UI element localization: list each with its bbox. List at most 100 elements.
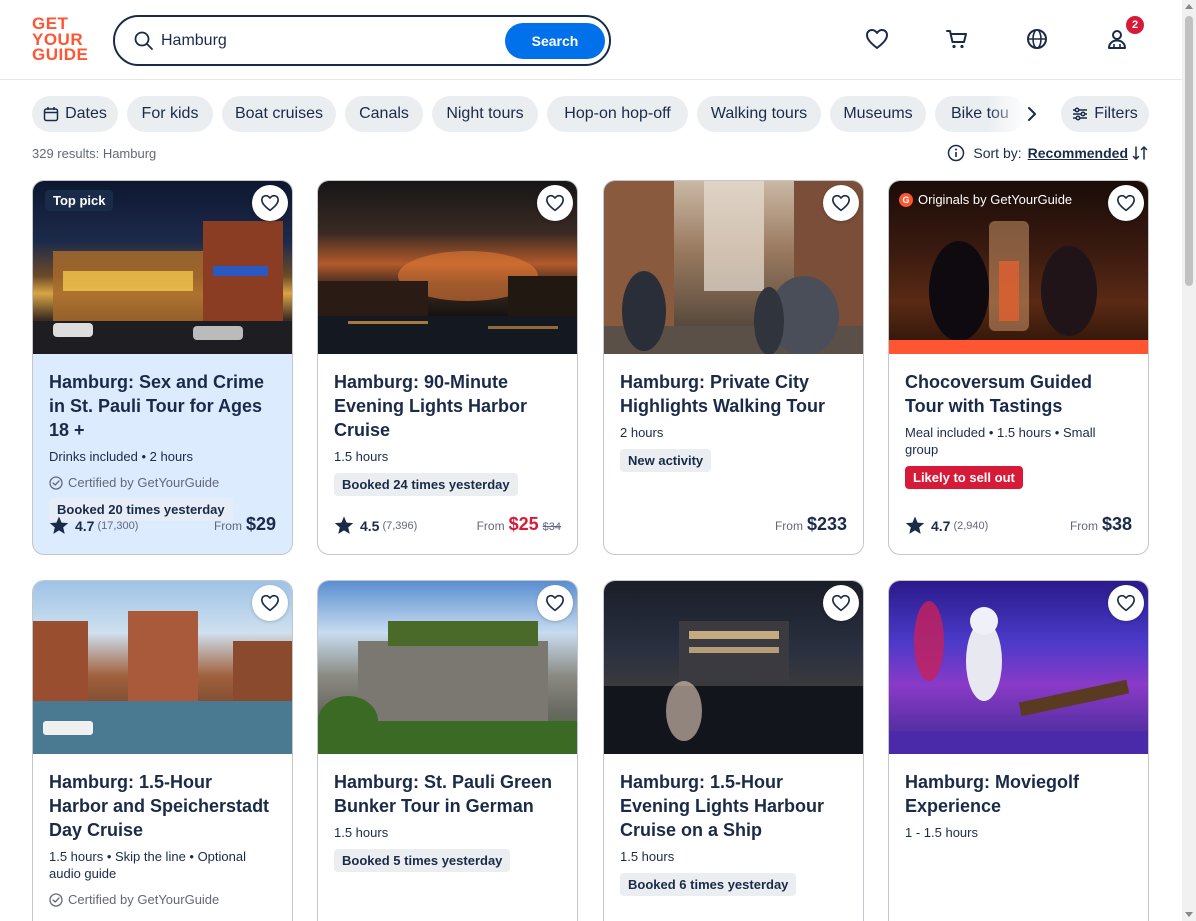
getyourguide-logo[interactable]: GET YOUR GUIDE [32, 15, 90, 64]
sort-label: Sort by: [973, 145, 1022, 161]
price: From $233 [775, 514, 847, 535]
scroll-up-arrow[interactable] [1185, 4, 1193, 9]
calendar-icon [43, 107, 59, 122]
getyourguide-g-icon: G [899, 192, 913, 207]
user-icon [1108, 30, 1126, 49]
activity-title[interactable]: Hamburg: 90-Minute Evening Lights Harbor… [334, 370, 561, 442]
activity-title[interactable]: Hamburg: Sex and Crime in St. Pauli Tour… [49, 370, 276, 442]
rating-count: (17,300) [97, 519, 139, 532]
chip-label: Walking tours [710, 105, 808, 122]
booked-badge: Booked 24 times yesterday [334, 473, 518, 496]
rating: 4.5 (7,396) [334, 516, 417, 535]
likely-to-sell-out-badge: Likely to sell out [905, 466, 1023, 489]
chip-label: Night tours [446, 105, 524, 122]
price: From $38 [1070, 514, 1132, 535]
price: From $29 [214, 514, 276, 535]
wishlist-toggle[interactable] [252, 585, 288, 621]
wishlist-toggle[interactable] [823, 585, 859, 621]
chip-boat-cruises[interactable]: Boat cruises [222, 96, 336, 132]
wishlist-toggle[interactable] [537, 585, 573, 621]
filters-button[interactable]: Filters [1061, 96, 1149, 132]
chip-label: Hop-on hop-off [564, 105, 671, 122]
heart-icon [545, 594, 564, 612]
wishlist-toggle[interactable] [823, 185, 859, 221]
originals-text: Originals by GetYourGuide [918, 192, 1073, 207]
activity-title[interactable]: Hamburg: 1.5-Hour Harbor and Speichersta… [49, 770, 276, 842]
price-from-label: From [213, 519, 242, 533]
search-input[interactable] [161, 27, 501, 55]
language-button[interactable] [1022, 24, 1052, 54]
heart-icon [1117, 194, 1135, 212]
activity-image: Top pick [33, 181, 292, 354]
search-button[interactable]: Search [505, 23, 605, 59]
globe-icon [1027, 29, 1047, 49]
activity-image [318, 581, 577, 754]
chips-next-button[interactable] [1018, 100, 1046, 128]
rating-count: (7,396) [382, 519, 418, 532]
cart-button[interactable] [942, 24, 972, 54]
scroll-down-arrow[interactable] [1185, 912, 1193, 917]
chip-label: For kids [141, 105, 199, 122]
top-header: GET YOUR GUIDE Search 2 [0, 0, 1182, 80]
activity-meta: Meal included • 1.5 hours • Small group [905, 425, 1096, 457]
price-from-label: From [774, 519, 803, 533]
activity-title[interactable]: Hamburg: Moviegolf Experience [905, 770, 1132, 818]
search-icon [133, 30, 155, 52]
page-scrollbar[interactable] [1182, 0, 1196, 921]
filters-label: Filters [1094, 105, 1138, 122]
scrollbar-thumb[interactable] [1185, 16, 1193, 286]
account-badge: 2 [1126, 16, 1144, 34]
rating: 4.7 (2,940) [905, 516, 988, 535]
heart-icon [831, 594, 850, 612]
activity-card[interactable]: Hamburg: Moviegolf Experience 1 - 1.5 ho… [888, 580, 1149, 921]
chevron-right-icon [1028, 107, 1036, 121]
chip-for-kids[interactable]: For kids [127, 96, 213, 132]
heart-icon [545, 194, 564, 212]
wishlist-button[interactable] [862, 24, 892, 54]
chip-museums[interactable]: Museums [830, 96, 926, 132]
sort-control[interactable]: Sort by: Recommended [947, 144, 1148, 162]
activity-card[interactable]: Hamburg: St. Pauli Green Bunker Tour in … [317, 580, 578, 921]
search-bar: Search [113, 15, 611, 66]
activity-image [318, 181, 577, 354]
certified-label: Certified by GetYourGuide [49, 892, 276, 907]
activity-card[interactable]: Top pick Hamburg: Sex and Crime in St. P… [32, 180, 293, 555]
rating-value: 4.5 [360, 517, 380, 534]
original-price: $34 [542, 521, 561, 533]
activity-card[interactable]: Hamburg: 90-Minute Evening Lights Harbor… [317, 180, 578, 555]
price: From $25 $34 [477, 514, 561, 535]
price-amount: $25 [508, 514, 539, 534]
rating-value: 4.7 [931, 517, 951, 534]
activity-card[interactable]: Hamburg: 1.5-Hour Evening Lights Harbour… [603, 580, 864, 921]
activity-card[interactable]: Hamburg: Private City Highlights Walking… [603, 180, 864, 555]
activity-image [604, 181, 863, 354]
wishlist-toggle[interactable] [252, 185, 288, 221]
activity-card[interactable]: Hamburg: 1.5-Hour Harbor and Speichersta… [32, 580, 293, 921]
rating-value: 4.7 [75, 517, 95, 534]
activity-title[interactable]: Hamburg: St. Pauli Green Bunker Tour in … [334, 770, 561, 818]
activity-card[interactable]: G Originals by GetYourGuide Chocoversum … [888, 180, 1149, 555]
activity-meta: 1.5 hours [334, 825, 389, 840]
activity-title[interactable]: Hamburg: 1.5-Hour Evening Lights Harbour… [620, 770, 847, 842]
chip-canals[interactable]: Canals [345, 96, 423, 132]
chip-hop-on-hop-off[interactable]: Hop-on hop-off [547, 96, 688, 132]
activity-title[interactable]: Chocoversum Guided Tour with Tastings [905, 370, 1132, 418]
originals-label: G Originals by GetYourGuide [899, 192, 1072, 207]
sort-value[interactable]: Recommended [1028, 145, 1128, 161]
chip-label: Boat cruises [234, 105, 324, 122]
certified-text: Certified by GetYourGuide [68, 475, 220, 490]
star-icon [334, 516, 354, 534]
account-button[interactable]: 2 [1102, 16, 1144, 54]
heart-icon [831, 194, 850, 212]
info-icon[interactable] [947, 144, 965, 162]
chip-night-tours[interactable]: Night tours [432, 96, 538, 132]
chip-label: Canals [359, 105, 409, 122]
chip-walking-tours[interactable]: Walking tours [697, 96, 821, 132]
wishlist-toggle[interactable] [1108, 185, 1144, 221]
certified-check-icon [49, 475, 63, 490]
price-amount: $38 [1101, 514, 1132, 534]
wishlist-toggle[interactable] [1108, 585, 1144, 621]
chip-dates[interactable]: Dates [32, 96, 118, 132]
wishlist-toggle[interactable] [537, 185, 573, 221]
activity-title[interactable]: Hamburg: Private City Highlights Walking… [620, 370, 847, 418]
